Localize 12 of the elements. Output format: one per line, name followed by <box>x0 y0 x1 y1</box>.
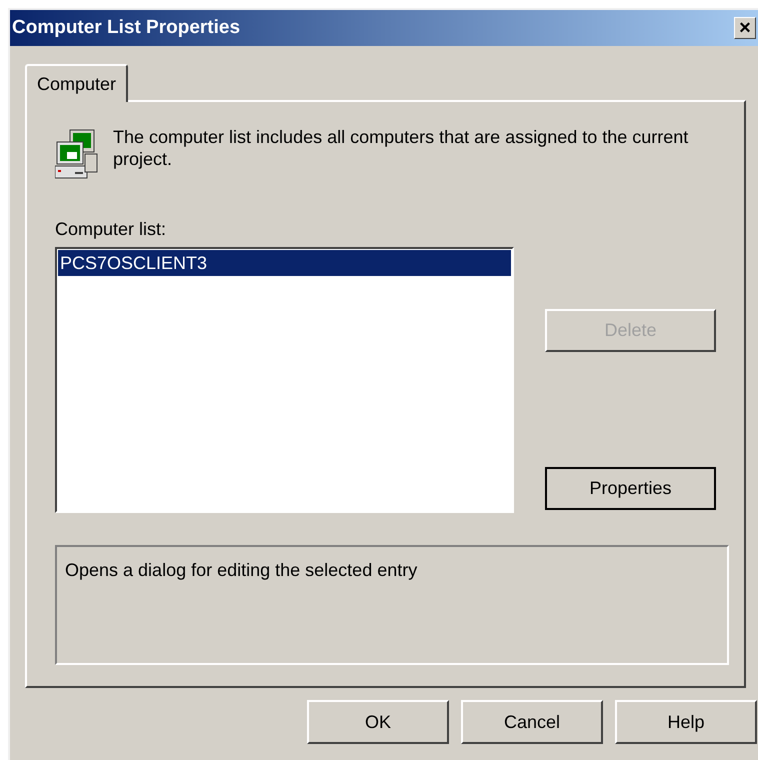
dialog-button[interactable]: Cancel <box>461 700 603 744</box>
list-label: Computer list: <box>55 218 166 241</box>
close-button[interactable]: × <box>734 17 756 39</box>
dialog-button[interactable]: Help <box>615 700 757 744</box>
computer-list[interactable]: PCS7OSCLIENT3 <box>55 247 514 513</box>
dialog-button[interactable]: OK <box>307 700 449 744</box>
window-title: Computer List Properties <box>12 16 240 40</box>
tab[interactable]: Computer <box>25 64 128 102</box>
side-button[interactable]: Properties <box>545 467 716 510</box>
description-text: The computer list includes all computers that are assigned to the current project. <box>113 126 690 170</box>
hint-text: Opens a dialog for editing the selected entry <box>65 560 418 580</box>
list-item[interactable]: PCS7OSCLIENT3 <box>58 250 511 276</box>
